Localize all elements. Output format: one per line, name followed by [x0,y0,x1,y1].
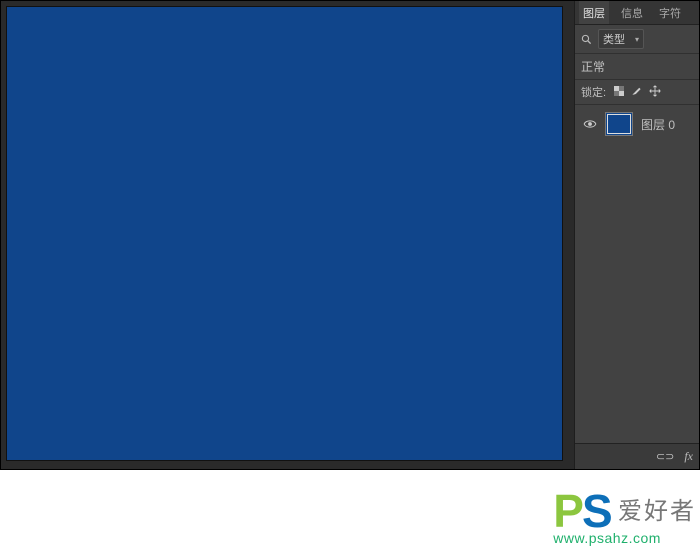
lock-row: 锁定: [575,80,699,105]
app-frame: 图层 信息 字符 类型 ▾ 正常 锁定: [0,0,700,470]
visibility-eye-icon[interactable] [583,119,597,129]
watermark-cn: 爱好者 [618,499,696,525]
link-layers-icon[interactable]: ⊂⊃ [656,450,674,463]
tab-characters[interactable]: 字符 [655,1,685,25]
tab-info[interactable]: 信息 [617,1,647,25]
layer-name[interactable]: 图层 0 [641,116,675,133]
watermark-logo: PS 爱好者 [553,492,696,534]
layer-kind-label: 类型 [603,31,625,47]
tab-layers[interactable]: 图层 [579,1,609,25]
chevron-down-icon: ▾ [635,35,639,44]
lock-transparency-icon[interactable] [614,86,624,99]
lock-brush-icon[interactable] [631,85,642,99]
layer-panel-footer: ⊂⊃ fx [575,443,699,469]
layer-fx-icon[interactable]: fx [684,449,693,464]
blend-mode-label: 正常 [581,58,605,75]
right-panel: 图层 信息 字符 类型 ▾ 正常 锁定: [574,1,699,469]
lock-label: 锁定: [581,84,606,100]
blend-mode-row[interactable]: 正常 [575,54,699,80]
canvas-area [1,1,574,469]
search-icon [581,34,592,45]
layer-thumbnail[interactable] [605,112,633,136]
panel-tabs: 图层 信息 字符 [575,1,699,25]
layer-list: 图层 0 [575,105,699,443]
lock-position-icon[interactable] [649,85,661,100]
layer-kind-select[interactable]: 类型 ▾ [598,29,644,49]
watermark: PS 爱好者 www.psahz.com [553,492,696,546]
document-canvas[interactable] [6,6,563,461]
lock-icons [614,85,661,100]
layer-item[interactable]: 图层 0 [575,109,699,139]
filter-row: 类型 ▾ [575,25,699,54]
